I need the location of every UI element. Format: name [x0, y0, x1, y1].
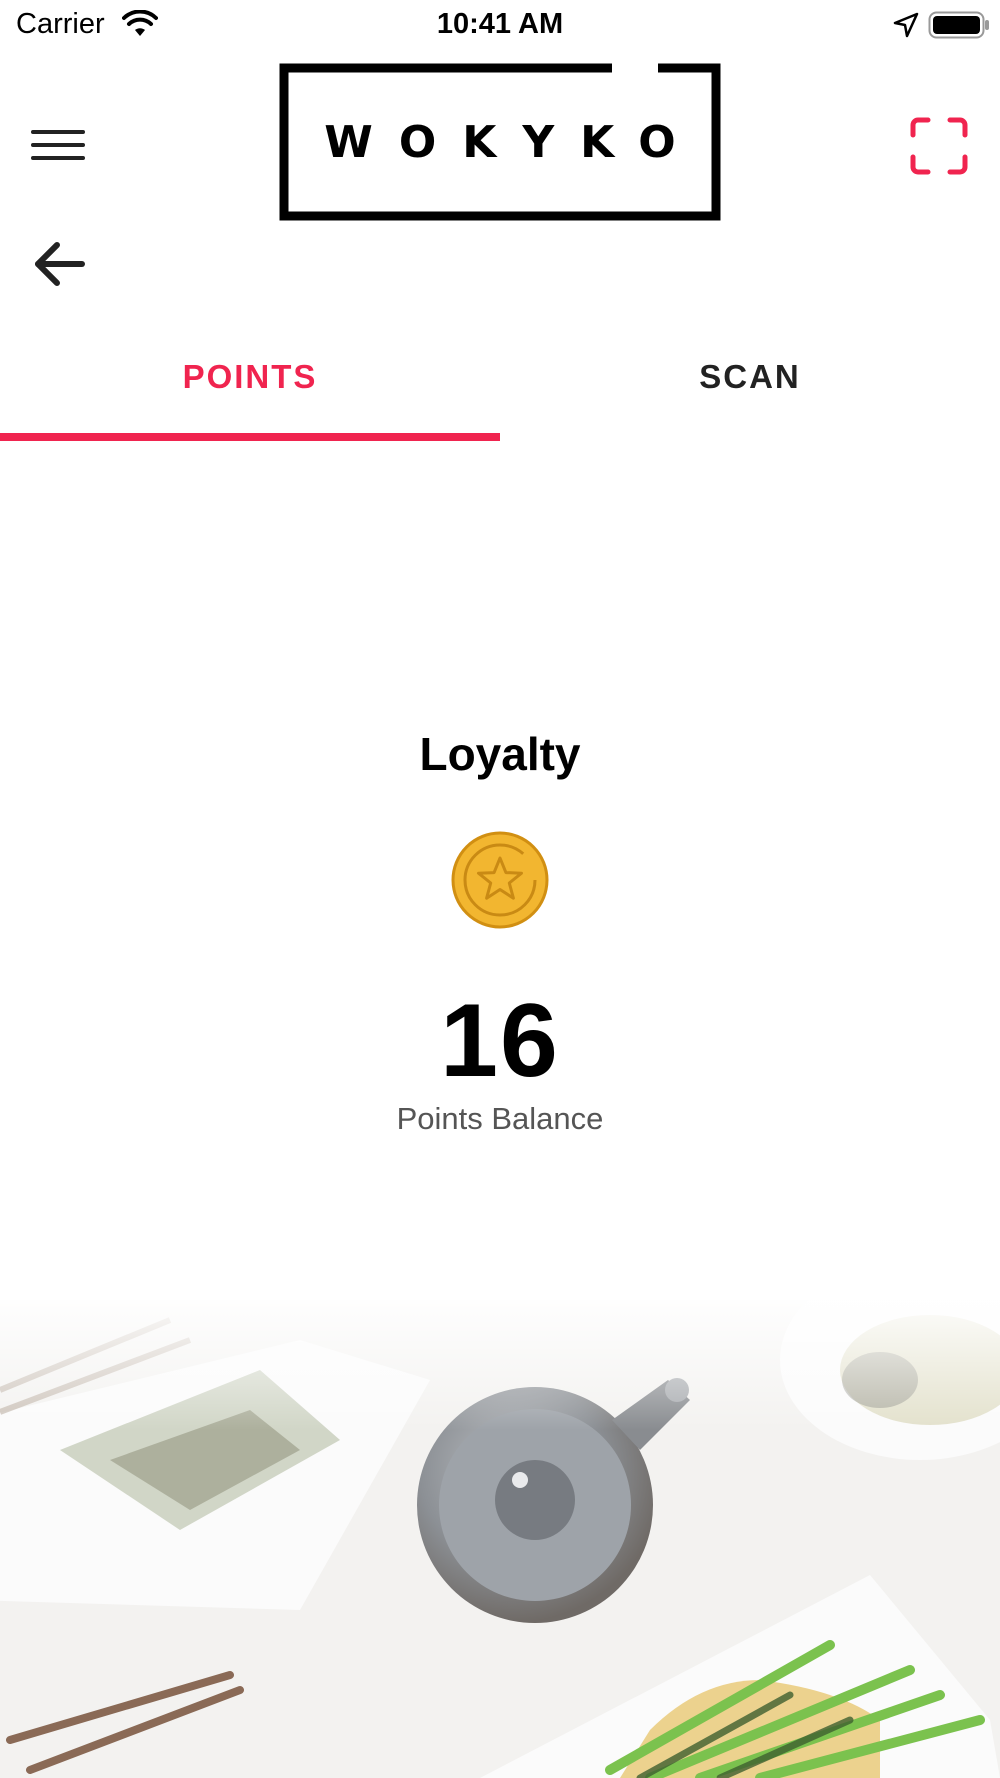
loyalty-title: Loyalty — [419, 728, 581, 780]
tab-points[interactable]: POINTS — [0, 350, 500, 442]
wokyko-logo: WOKYKO — [279, 63, 721, 221]
menu-bar — [31, 156, 85, 160]
points-balance-label: Points Balance — [396, 1101, 604, 1136]
location-arrow-icon — [893, 12, 919, 38]
status-time: 10:41 AM — [436, 8, 564, 40]
status-bar: Carrier 10:41 AM — [0, 0, 1000, 52]
logo-text: WOKYKO — [324, 116, 702, 168]
menu-bar — [31, 130, 85, 134]
active-tab-indicator — [0, 433, 500, 441]
star-coin-icon — [451, 831, 549, 929]
menu-bar — [31, 143, 85, 147]
points-balance-value: 16 — [440, 983, 560, 1099]
menu-button[interactable] — [28, 126, 88, 166]
battery-icon — [928, 11, 989, 39]
food-background-image — [0, 1300, 1000, 1778]
scan-frame-icon[interactable] — [910, 117, 968, 175]
tab-scan[interactable]: SCAN — [500, 350, 1000, 442]
back-arrow-icon[interactable] — [32, 238, 88, 290]
